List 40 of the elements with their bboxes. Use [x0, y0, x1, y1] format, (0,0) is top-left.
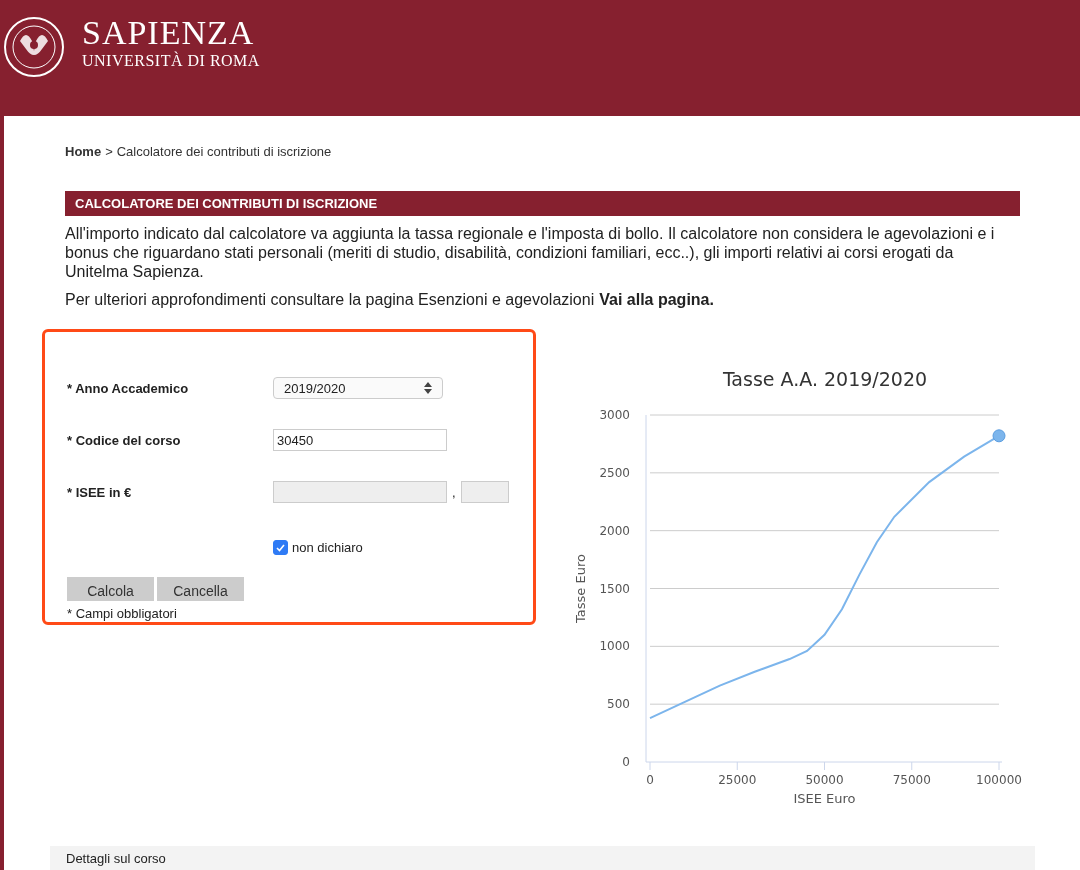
checkmark-icon [276, 543, 285, 552]
course-details-title: Dettagli sul corso [66, 851, 166, 866]
y-tick-label: 2000 [599, 523, 630, 538]
cancel-button[interactable]: Cancella [157, 577, 244, 601]
required-fields-note: * Campi obbligatori [67, 606, 178, 621]
field-label: * Anno Accademico [67, 380, 190, 396]
x-tick-label: 50000 [805, 773, 844, 787]
y-tick-label: 2500 [599, 465, 630, 480]
data-point-marker[interactable] [992, 429, 1006, 443]
x-tick-label: 75000 [892, 773, 931, 787]
field-label: * ISEE in € [67, 484, 133, 500]
breadcrumb-current: Calcolatore dei contributi di iscrizione [116, 144, 332, 159]
y-tick-label: 1500 [599, 581, 630, 596]
decimal-separator: , [452, 484, 456, 500]
chart-title: Tasse A.A. 2019/2020 [722, 368, 928, 390]
stepper-arrows-icon [424, 382, 432, 394]
y-tick-label: 1000 [599, 639, 630, 654]
course-code-input[interactable]: 30450 [273, 429, 447, 451]
checkbox-label: non dichiaro [292, 540, 363, 555]
section-title-bar: CALCOLATORE DEI CONTRIBUTI DI ISCRIZIONE [65, 191, 1020, 216]
go-to-page-link[interactable]: Vai alla pagina. [599, 291, 714, 309]
university-name: SAPIENZA [82, 16, 256, 50]
calculate-button[interactable]: Calcola [67, 577, 154, 601]
academic-year-select[interactable]: 2019/2020 [273, 377, 443, 399]
intro-paragraph: All'importo indicato dal calcolatore va aggiunta la tassa regionale e l'imposta di bollo. Il calcolatore non considera le agevolazioni e i bonus che riguardano stati personali (meriti di studio, disabilità, condizioni familiari, ecc..), gli importi relativi ai corsi erogati da Unitelma Sapienza. [65, 224, 996, 281]
not-declared-checkbox[interactable] [273, 540, 288, 555]
x-tick-label: 0 [646, 773, 654, 787]
isee-decimal-input[interactable] [460, 481, 509, 503]
more-info-text: Per ulteriori approfondimenti consultare la pagina Esenzioni e agevolazioni [65, 291, 595, 309]
x-axis-title: ISEE Euro [793, 791, 856, 806]
field-label: * Codice del corso [67, 432, 182, 448]
x-tick-label: 100000 [976, 773, 1022, 787]
y-tick-label: 0 [622, 755, 630, 769]
x-tick-label: 25000 [718, 773, 757, 787]
y-axis-title: Tasse Euro [573, 554, 588, 623]
y-tick-label: 500 [607, 697, 630, 712]
university-subtitle: UNIVERSITÀ DI ROMA [82, 52, 260, 70]
breadcrumb-separator: > [105, 144, 113, 159]
y-tick-label: 3000 [599, 408, 630, 422]
home-link[interactable]: Home [65, 144, 102, 159]
